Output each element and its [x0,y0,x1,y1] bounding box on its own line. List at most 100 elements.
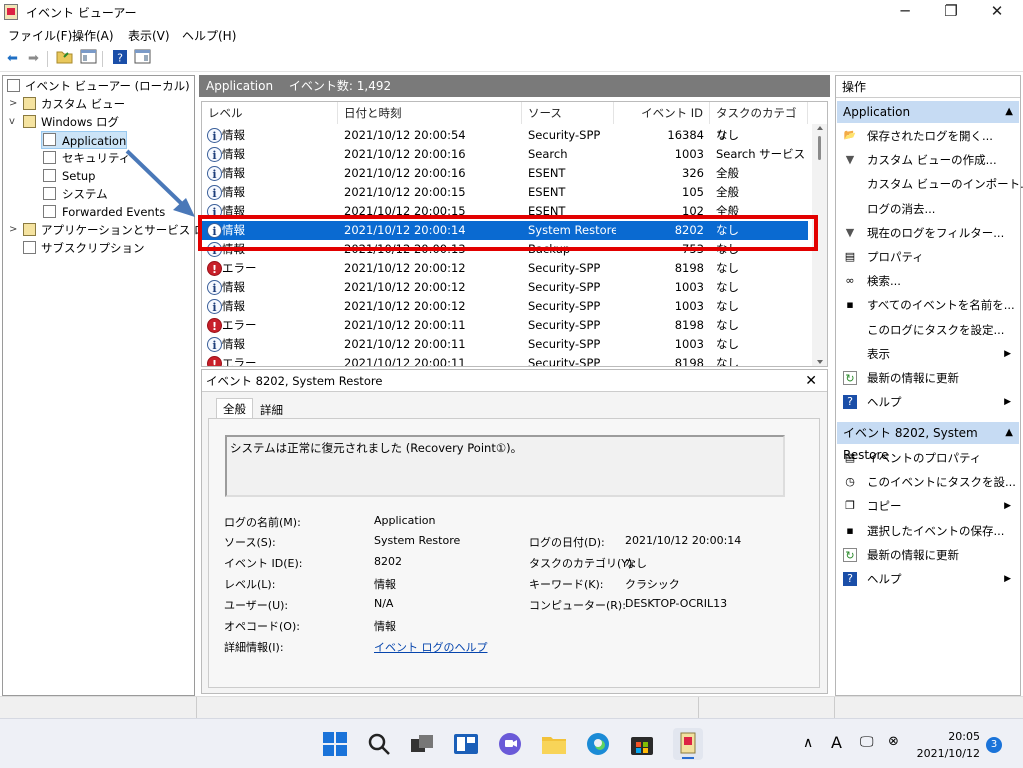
cell-level: エラー [222,356,257,367]
start-windows-icon[interactable] [322,731,348,757]
properties-icon: ▤ [844,451,856,464]
table-row[interactable]: ! エラー 2021/10/12 20:00:11 Security-SPP 8198 な… [202,316,808,335]
actions-section-event[interactable]: イベント 8202, System Restore ▲ [837,422,1019,462]
action-item[interactable]: ? ヘルプ ▶ [837,390,1019,414]
table-row[interactable]: i 情報 2021/10/12 20:00:16 ESENT 326 全般 [202,164,808,183]
table-row[interactable]: ! エラー 2021/10/12 20:00:11 Security-SPP 8198 な… [202,354,808,367]
collapse-chevron-icon[interactable]: v [9,113,19,131]
tree-item-application[interactable]: Application [41,131,127,149]
table-row[interactable]: i 情報 2021/10/12 20:00:54 Security-SPP 16384 な… [202,126,808,145]
action-item[interactable]: 表示 ▶ [837,342,1019,366]
detail-title: イベント 8202, System Restore [206,374,383,388]
chat-icon[interactable] [497,731,523,757]
network-icon[interactable]: 🖵 [860,734,874,750]
user-value: N/A [374,597,394,610]
action-label: 最新の情報に更新 [867,547,959,562]
submenu-arrow-icon: ▶ [1004,397,1011,408]
table-row[interactable]: i 情報 2021/10/12 20:00:12 Security-SPP 1003 なし [202,297,808,316]
action-item[interactable]: ↻ 最新の情報に更新 [837,543,1019,567]
action-item[interactable]: ▤ プロパティ [837,245,1019,269]
column-header-source[interactable]: ソース [522,102,614,124]
edge-browser-icon[interactable] [585,731,611,757]
file-explorer-icon[interactable] [541,731,567,757]
event-viewer-taskbar-icon[interactable] [673,728,703,760]
tab-general[interactable]: 全般 [216,398,253,418]
action-item[interactable]: カスタム ビューのインポート... [837,172,1023,196]
menu-help[interactable]: ヘルプ(H) [182,27,236,44]
show-hidden-icons-chevron-icon[interactable]: ∧ [803,735,813,751]
action-label: 検索... [867,274,901,289]
cell-level: エラー [222,261,257,275]
table-row[interactable]: i 情報 2021/10/12 20:00:16 Search 1003 Search サ… [202,145,808,164]
scroll-up-icon[interactable] [817,126,823,130]
back-arrow-icon[interactable]: ⬅ [3,49,22,68]
table-row[interactable]: i 情報 2021/10/12 20:00:15 ESENT 105 全般 [202,183,808,202]
action-item[interactable]: ? ヘルプ ▶ [837,567,1019,591]
action-item[interactable]: ▤ イベントのプロパティ [837,446,1019,470]
cell-cat: なし [716,299,739,313]
column-header-date[interactable]: 日付と時刻 [338,102,522,124]
action-item[interactable]: ❐ コピー ▶ [837,494,1019,518]
scrollbar-thumb[interactable] [818,136,821,160]
volume-muted-icon[interactable]: ⊗ [888,734,899,749]
show-hide-tree-icon[interactable] [79,49,98,68]
search-icon[interactable] [366,731,392,757]
action-item[interactable]: ▼ 現在のログをフィルター... [837,221,1019,245]
collapse-caret-icon[interactable]: ▲ [1005,422,1013,444]
action-item[interactable]: このログにタスクを設定... [837,318,1019,342]
widgets-icon[interactable] [453,731,479,757]
cell-cat: なし [716,261,739,275]
menu-action[interactable]: 操作(A) [72,27,114,44]
error-icon: ! [207,261,222,276]
cell-level: 情報 [222,166,245,180]
event-log-help-link[interactable]: イベント ログのヘルプ [374,639,488,655]
expand-chevron-icon[interactable]: > [9,95,19,113]
cell-cat: なし [716,280,739,294]
help-icon[interactable]: ? [110,49,129,68]
maximize-button[interactable]: ❐ [928,0,974,22]
close-button[interactable]: ✕ [974,0,1020,22]
action-item[interactable]: ∞ 検索... [837,269,1019,293]
clock-time[interactable]: 20:05 [940,730,980,743]
close-detail-icon[interactable]: ✕ [805,370,817,392]
column-header-level[interactable]: レベル [202,102,338,124]
action-label: すべてのイベントを名前を... [867,298,1015,313]
column-header-event-id[interactable]: イベント ID [614,102,710,124]
action-item[interactable]: ▪ 選択したイベントの保存... [837,519,1019,543]
action-item[interactable]: ▼ カスタム ビューの作成... [837,148,1019,172]
scroll-down-icon[interactable] [817,360,823,364]
table-row[interactable]: i 情報 2021/10/12 20:00:12 Security-SPP 1003 なし [202,278,808,297]
notification-badge[interactable]: 3 [986,737,1002,753]
status-bar [0,696,1023,718]
filter-icon: ▼ [845,153,855,167]
table-row[interactable]: i 情報 2021/10/12 20:00:11 Security-SPP 1003 なし [202,335,808,354]
minimize-button[interactable]: ─ [882,0,928,22]
action-item[interactable]: ↻ 最新の情報に更新 [837,366,1019,390]
opcode-value: 情報 [374,620,396,633]
column-header-task-category[interactable]: タスクのカテゴリ [710,102,808,142]
action-item[interactable]: ◷ このイベントにタスクを設... [837,470,1019,494]
cell-id: 8198 [674,261,704,275]
table-row[interactable]: ! エラー 2021/10/12 20:00:12 Security-SPP 8198 な… [202,259,808,278]
computer-value: DESKTOP-OCRIL13 [625,597,728,610]
action-item[interactable]: ログの消去... [837,197,1019,221]
collapse-caret-icon[interactable]: ▲ [1005,101,1013,123]
ime-indicator[interactable]: A [831,733,842,752]
actions-section-application[interactable]: Application ▲ [837,101,1019,123]
store-icon[interactable] [629,731,655,757]
menu-view[interactable]: 表示(V) [128,27,170,44]
show-action-pane-icon[interactable] [133,49,152,68]
event-count: イベント数: 1,492 [288,79,392,93]
action-item[interactable]: ▪ すべてのイベントを名前を... [837,293,1019,317]
action-item[interactable]: 📂 保存されたログを開く... [837,124,1019,148]
event-description[interactable]: システムは正常に復元されました (Recovery Point①)。 [225,435,785,497]
forward-arrow-icon[interactable]: ➡ [24,49,43,68]
menu-file[interactable]: ファイル(F) [8,27,72,44]
clock-date[interactable]: 2021/10/12 [913,747,980,760]
open-folder-icon[interactable] [55,49,74,68]
tree-subs-label: サブスクリプション [41,241,145,255]
cell-source: Security-SPP [528,299,601,313]
expand-chevron-icon[interactable]: > [9,221,19,239]
tab-details[interactable]: 詳細 [254,400,289,420]
task-view-icon[interactable] [409,731,435,757]
